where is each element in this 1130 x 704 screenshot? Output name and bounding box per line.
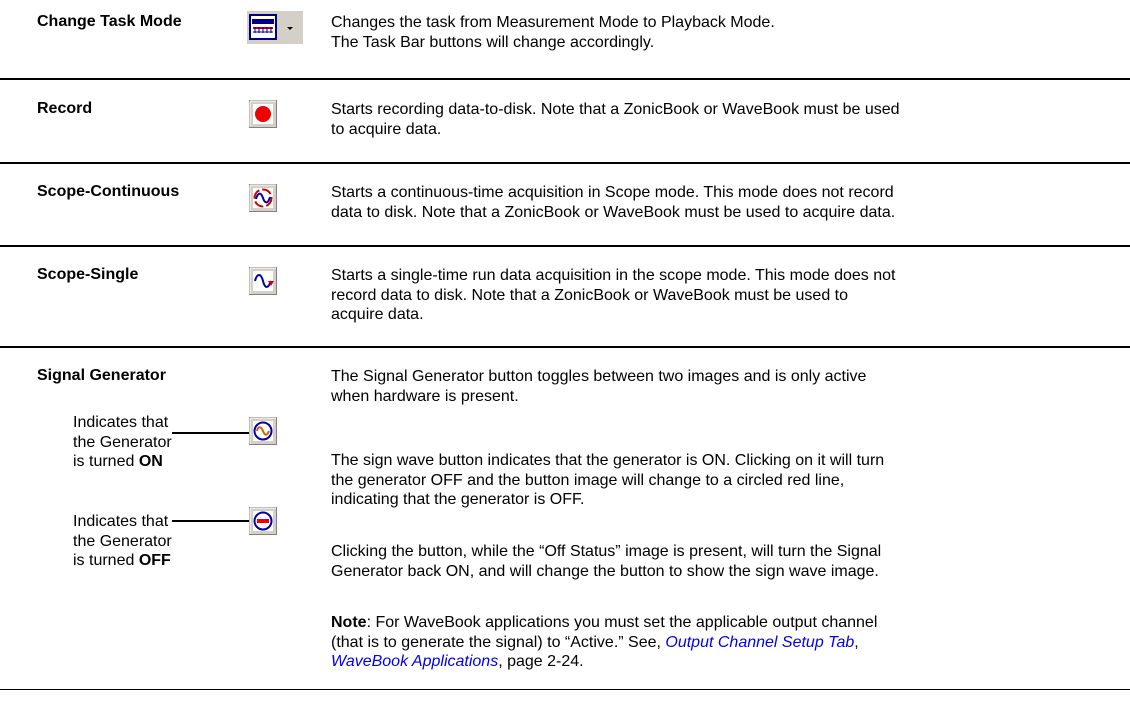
off-leader-line [172, 520, 250, 522]
signal-generator-off-button[interactable] [249, 507, 277, 535]
divider [0, 689, 1130, 690]
on-leader-line [172, 432, 250, 434]
divider [0, 78, 1130, 80]
scope-single-title: Scope-Single [37, 266, 139, 283]
scope-continuous-title: Scope-Continuous [37, 183, 180, 200]
scope-continuous-button[interactable] [249, 184, 277, 212]
scope-single-description: Starts a single-time run data acquisitio… [331, 267, 896, 323]
change-task-mode-description: Changes the task from Measurement Mode t… [331, 14, 775, 51]
wavebook-note: Note: For WaveBook applications you must… [331, 614, 878, 670]
divider [0, 346, 1130, 348]
generator-on-label: Indicates that the Generator is turned O… [73, 414, 172, 470]
change-task-mode-title: Change Task Mode [37, 13, 182, 30]
scope-continuous-description: Starts a continuous-time acquisition in … [331, 184, 896, 221]
generator-on-description: The sign wave button indicates that the … [331, 452, 885, 508]
scope-single-icon [249, 267, 277, 295]
generator-off-icon [249, 507, 277, 535]
record-button[interactable] [249, 100, 277, 128]
divider [0, 162, 1130, 164]
scope-continuous-icon [249, 184, 277, 212]
sine-wave-on-icon [249, 417, 277, 445]
record-icon [249, 100, 277, 128]
divider [0, 245, 1130, 247]
generator-off-description: Clicking the button, while the “Off Stat… [331, 543, 882, 580]
scope-single-button[interactable] [249, 267, 277, 295]
change-task-mode-button[interactable] [247, 11, 303, 44]
record-title: Record [37, 100, 93, 117]
signal-generator-on-button[interactable] [249, 417, 277, 445]
signal-generator-title: Signal Generator [37, 367, 166, 384]
output-channel-setup-tab-link[interactable]: Output Channel Setup Tab [665, 634, 854, 651]
measurement-mode-dropdown-icon [249, 14, 293, 40]
record-description: Starts recording data-to-disk. Note that… [331, 101, 900, 138]
signal-generator-intro: The Signal Generator button toggles betw… [331, 368, 867, 405]
wavebook-applications-link[interactable]: WaveBook Applications [331, 653, 498, 670]
